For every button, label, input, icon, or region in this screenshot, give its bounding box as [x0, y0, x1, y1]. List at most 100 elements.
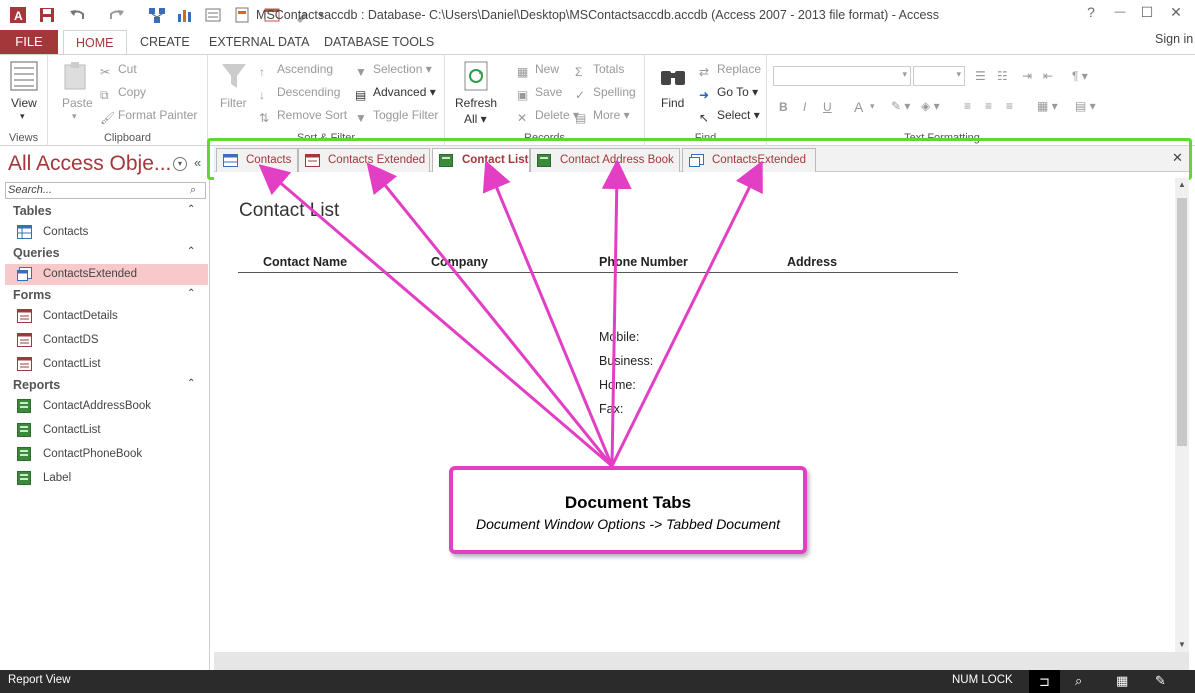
nav-item-contactphonebook-report[interactable]: ContactPhoneBook — [5, 444, 208, 465]
refresh-icon[interactable] — [462, 61, 490, 94]
vertical-scrollbar[interactable]: ▲ ▼ — [1175, 178, 1189, 652]
align-right-icon[interactable]: ≡ — [1006, 99, 1013, 113]
document-tabs-callout: Document Tabs Document Window Options ->… — [449, 466, 807, 554]
nav-item-contacts-table[interactable]: Contacts — [5, 222, 208, 243]
tab-create[interactable]: CREATE — [140, 30, 190, 54]
nav-item-contactaddressbook-report[interactable]: ContactAddressBook — [5, 396, 208, 417]
view-dropdown-icon[interactable]: ▾ — [20, 111, 25, 122]
binoculars-icon[interactable] — [659, 63, 687, 92]
nav-item-contactlist-form[interactable]: ContactList — [5, 354, 208, 375]
filter-button[interactable]: Filter — [220, 96, 247, 110]
descending-button[interactable]: ↓ Descending — [259, 85, 340, 102]
ascending-button[interactable]: ↑ Ascending — [259, 62, 333, 79]
save-record-icon: ▣ — [517, 88, 529, 102]
nav-item-contactsextended-query[interactable]: ContactsExtended — [5, 264, 208, 285]
navigation-pane: All Access Obje... ▾ « Search... ⌕ Table… — [0, 146, 210, 670]
minimize-icon[interactable]: — — [1110, 6, 1130, 18]
scrollbar-thumb[interactable] — [1177, 198, 1187, 446]
font-color-dropdown-icon[interactable]: ▾ — [870, 101, 875, 112]
advanced-filter-icon: ▤ — [355, 88, 367, 102]
toggle-filter-button[interactable]: ▼ Toggle Filter — [355, 108, 438, 125]
collapse-icon: ⌃ — [187, 378, 196, 389]
numbering-icon[interactable]: ☷ — [997, 69, 1008, 83]
replace-button[interactable]: ⇄ Replace — [699, 62, 761, 79]
font-size-select[interactable]: ▾ — [913, 66, 965, 86]
view-button[interactable]: View — [11, 96, 37, 110]
delete-record-button[interactable]: ✕ Delete ▾ — [517, 108, 579, 125]
spelling-button[interactable]: ✓ Spelling — [575, 85, 636, 102]
copy-button[interactable]: ⧉ Copy — [100, 85, 146, 102]
align-left-icon[interactable]: ≡ — [964, 99, 971, 113]
paste-dropdown-icon[interactable]: ▾ — [72, 111, 77, 122]
chevron-down-icon: ▾ — [956, 69, 961, 79]
indent-icon[interactable]: ⇥ — [1022, 69, 1032, 83]
italic-button[interactable]: I — [803, 100, 806, 114]
tab-external-data[interactable]: EXTERNAL DATA — [209, 30, 309, 54]
nav-item-contactds-form[interactable]: ContactDS — [5, 330, 208, 351]
tab-home[interactable]: HOME — [63, 30, 127, 54]
more-button[interactable]: ▤ More ▾ — [575, 108, 630, 125]
ltr-icon[interactable]: ¶ ▾ — [1072, 69, 1088, 83]
restore-icon[interactable]: ☐ — [1137, 4, 1157, 21]
goto-button[interactable]: ➜ Go To ▾ — [699, 85, 758, 102]
format-painter-button[interactable]: 🖌 Format Painter — [100, 108, 197, 125]
remove-sort-button[interactable]: ⇅ Remove Sort — [259, 108, 347, 125]
scroll-up-icon[interactable]: ▲ — [1178, 180, 1186, 189]
highlight-icon[interactable]: ✎ ▾ — [891, 99, 910, 113]
views-group-label: Views — [8, 132, 39, 144]
new-record-button[interactable]: ▦ New — [517, 62, 559, 79]
totals-button[interactable]: Σ Totals — [575, 62, 624, 79]
alternate-row-color-icon[interactable]: ▤ ▾ — [1075, 99, 1096, 113]
title-bar: A ▾ MSContactsaccdb : Database- C:\Users… — [0, 0, 1195, 30]
save-record-button[interactable]: ▣ Save — [517, 85, 562, 102]
search-input[interactable]: Search... — [5, 182, 206, 199]
find-button[interactable]: Find — [661, 96, 684, 110]
bold-button[interactable]: B — [779, 100, 788, 114]
bullets-icon[interactable]: ☰ — [975, 69, 986, 83]
nav-group-tables[interactable]: Tables ⌃ — [13, 204, 195, 218]
shutter-bar-close-icon[interactable]: « — [194, 155, 201, 170]
advanced-button[interactable]: ▤ Advanced ▾ — [355, 85, 436, 102]
nav-group-forms[interactable]: Forms ⌃ — [13, 288, 195, 302]
outdent-icon[interactable]: ⇤ — [1043, 69, 1053, 83]
font-color-button[interactable]: A — [854, 99, 863, 115]
nav-menu-chevron-icon[interactable]: ▾ — [173, 157, 187, 171]
paste-icon[interactable] — [62, 61, 90, 94]
nav-group-queries[interactable]: Queries ⌃ — [13, 246, 195, 260]
nav-item-contactdetails-form[interactable]: ContactDetails — [5, 306, 208, 327]
query-icon — [17, 267, 32, 281]
gridlines-icon[interactable]: ▦ ▾ — [1037, 99, 1058, 113]
layout-view-icon[interactable]: ▦ — [1116, 673, 1128, 689]
font-name-select[interactable]: ▾ — [773, 66, 911, 86]
sign-in-link[interactable]: Sign in — [1155, 27, 1193, 51]
refresh-all-sublabel[interactable]: All ▾ — [464, 112, 487, 126]
tab-file[interactable]: FILE — [0, 30, 58, 54]
report-view-icon[interactable]: ⊐ — [1029, 670, 1060, 693]
paste-button[interactable]: Paste — [62, 96, 93, 110]
view-icon[interactable] — [10, 61, 38, 94]
collapse-icon: ⌃ — [187, 246, 196, 257]
report-icon — [17, 447, 31, 461]
tab-database-tools[interactable]: DATABASE TOOLS — [324, 30, 434, 54]
align-center-icon[interactable]: ≡ — [985, 99, 992, 113]
ribbon-tabs: FILE HOME CREATE EXTERNAL DATA DATABASE … — [0, 30, 1195, 54]
nav-item-label-report[interactable]: Label — [5, 468, 208, 489]
underline-button[interactable]: U — [823, 100, 832, 114]
help-icon[interactable]: ? — [1081, 4, 1101, 20]
ribbon-group-views: View ▾ Views — [0, 55, 48, 146]
refresh-all-button[interactable]: Refresh — [455, 96, 497, 110]
print-preview-icon[interactable]: ⌕ — [1075, 673, 1082, 689]
nav-group-reports[interactable]: Reports ⌃ — [13, 378, 195, 392]
selection-button[interactable]: ▼ Selection ▾ — [355, 62, 432, 79]
nav-item-contactlist-report[interactable]: ContactList — [5, 420, 208, 441]
close-icon[interactable]: ✕ — [1166, 4, 1186, 21]
select-button[interactable]: ↖ Select ▾ — [699, 108, 760, 125]
filter-icon[interactable] — [220, 61, 248, 94]
cursor-icon: ↖ — [699, 111, 710, 125]
design-view-icon[interactable]: ✎ — [1155, 673, 1166, 689]
search-icon[interactable]: ⌕ — [190, 184, 196, 197]
fill-color-icon[interactable]: ◈ ▾ — [921, 99, 940, 113]
scroll-down-icon[interactable]: ▼ — [1178, 640, 1186, 649]
navigation-pane-title[interactable]: All Access Obje... — [8, 152, 171, 176]
cut-button[interactable]: ✂ Cut — [100, 62, 137, 79]
